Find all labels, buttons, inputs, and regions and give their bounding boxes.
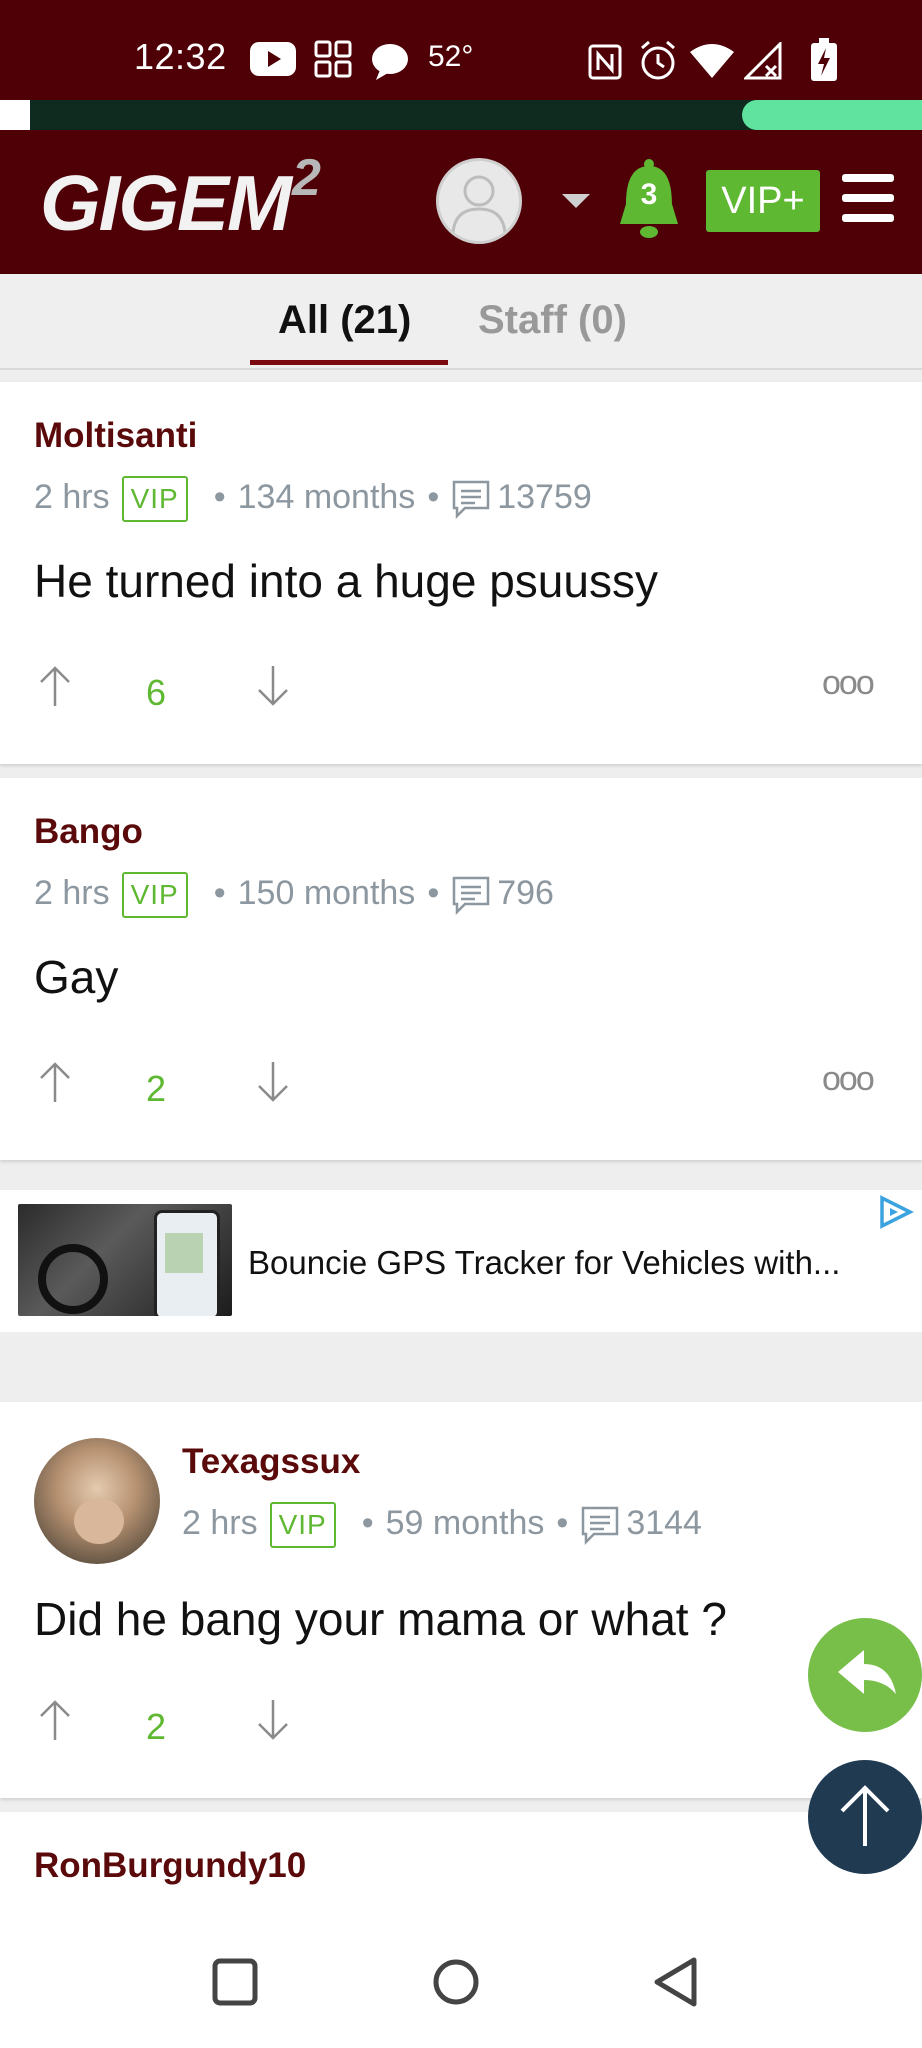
signal-icon: [744, 42, 782, 80]
comment-card: Moltisanti 2 hrs VIP • 134 months • 13759 He …: [0, 382, 922, 764]
ad-choices-icon[interactable]: [876, 1194, 916, 1230]
member-tenure: 59 months: [385, 1503, 545, 1542]
comment-count-icon: [452, 480, 490, 519]
reply-icon: [838, 1650, 896, 1694]
post-count: 3144: [626, 1503, 702, 1542]
home-icon[interactable]: [432, 1958, 480, 2006]
comment-meta: 2 hrs VIP • 150 months • 796: [34, 872, 554, 918]
sponsored-ad[interactable]: Bouncie GPS Tracker for Vehicles with...: [0, 1190, 922, 1332]
comment-tabs: All (21) Staff (0): [0, 274, 922, 370]
notifications-button[interactable]: 3: [614, 158, 684, 250]
reply-button[interactable]: [808, 1618, 922, 1732]
vote-count: 6: [146, 672, 167, 713]
ad-image[interactable]: [18, 1204, 232, 1316]
more-options-icon[interactable]: ooo: [822, 1060, 875, 1099]
youtube-icon: [250, 42, 296, 76]
vip-plus-button[interactable]: VIP+: [706, 170, 820, 232]
tab-staff[interactable]: Staff (0): [478, 298, 627, 343]
comment-count-icon: [582, 1506, 619, 1545]
avatar-icon[interactable]: [436, 158, 522, 244]
system-navigation-bar: [0, 1920, 922, 2048]
nfc-icon: [588, 44, 622, 80]
recents-icon[interactable]: [212, 1958, 258, 2006]
comment-username[interactable]: Texagssux: [182, 1442, 360, 1482]
hamburger-menu-icon[interactable]: [842, 174, 894, 222]
comment-count-icon: [452, 876, 490, 915]
comment-time: 2 hrs: [34, 477, 110, 516]
downvote-icon[interactable]: [256, 1060, 290, 1104]
comment-time: 2 hrs: [182, 1503, 258, 1542]
comment-time: 2 hrs: [34, 873, 110, 912]
status-time: 12:32: [134, 36, 227, 77]
vip-badge: VIP: [121, 872, 188, 918]
comment-text: Gay: [34, 951, 119, 1003]
member-tenure: 150 months: [237, 873, 416, 912]
status-temperature: 52°: [428, 40, 474, 73]
vote-count: 2: [146, 1068, 167, 1109]
notification-badge: 3: [640, 178, 658, 211]
page-load-progress: [0, 100, 922, 130]
downvote-icon[interactable]: [256, 1698, 290, 1742]
comment-username[interactable]: Bango: [34, 812, 143, 852]
comment-text: Did he bang your mama or what ?: [34, 1593, 727, 1645]
vip-badge: VIP: [269, 1502, 336, 1548]
caret-down-icon[interactable]: [562, 194, 590, 208]
alarm-icon: [641, 40, 675, 80]
chat-bubble-icon: [372, 44, 408, 80]
upvote-icon[interactable]: [38, 664, 72, 708]
comment-card: Bango 2 hrs VIP • 150 months • 796 Gay 2 ooo: [0, 778, 922, 1160]
upvote-icon[interactable]: [38, 1698, 72, 1742]
post-count: 13759: [497, 477, 592, 516]
comment-username[interactable]: RonBurgundy10: [34, 1846, 306, 1886]
comment-text: He turned into a huge psuussy: [34, 555, 658, 607]
scroll-to-top-button[interactable]: [808, 1760, 922, 1874]
post-count: 796: [497, 873, 554, 912]
comment-card: Texagssux 2 hrs VIP • 59 months • 3144 Did he…: [0, 1402, 922, 1798]
ad-headline[interactable]: Bouncie GPS Tracker for Vehicles with...: [248, 1244, 840, 1282]
vote-count: 2: [146, 1706, 167, 1747]
arrow-up-icon: [840, 1785, 890, 1846]
comment-meta: 2 hrs VIP • 134 months • 13759: [34, 476, 592, 522]
comment-username[interactable]: Moltisanti: [34, 416, 197, 456]
app-grid-icon: [314, 40, 352, 78]
comment-meta: 2 hrs VIP • 59 months • 3144: [182, 1502, 702, 1548]
site-logo[interactable]: GIGEM2: [40, 149, 321, 249]
tab-all[interactable]: All (21): [278, 298, 411, 343]
active-tab-indicator: [250, 360, 448, 365]
upvote-icon[interactable]: [38, 1060, 72, 1104]
member-tenure: 134 months: [237, 477, 416, 516]
site-header: GIGEM2 3 VIP+: [0, 130, 922, 274]
battery-charging-icon: [811, 38, 837, 81]
vip-badge: VIP: [121, 476, 188, 522]
wifi-icon: [690, 44, 734, 78]
avatar[interactable]: [34, 1438, 160, 1564]
more-options-icon[interactable]: ooo: [822, 664, 875, 703]
back-icon[interactable]: [652, 1956, 700, 2008]
status-bar: 12:32 52°: [0, 0, 922, 100]
downvote-icon[interactable]: [256, 664, 290, 708]
